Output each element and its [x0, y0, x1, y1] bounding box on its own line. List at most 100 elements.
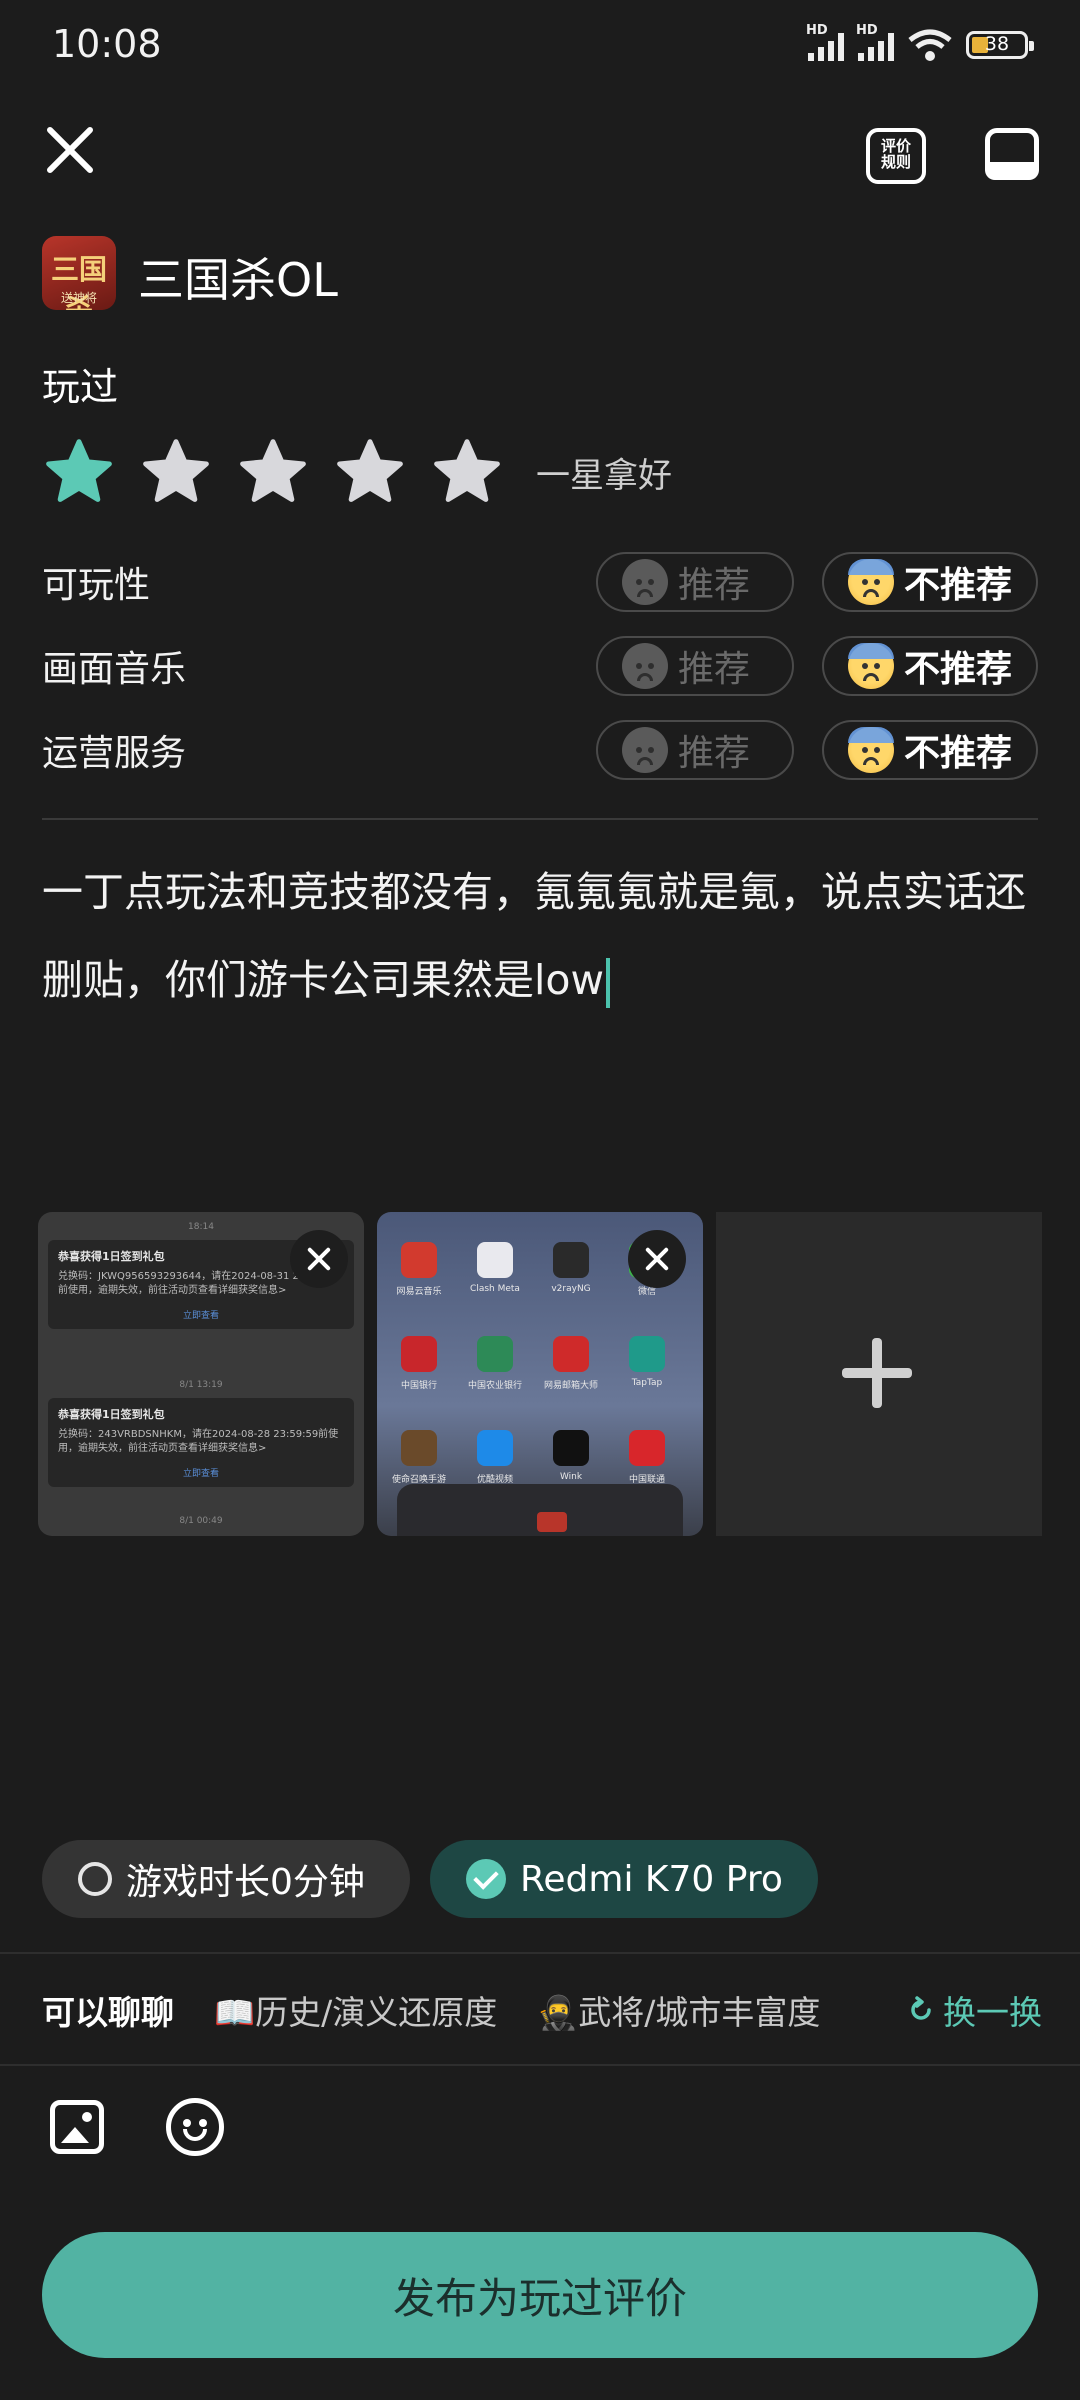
recommend-label: 推荐 — [678, 565, 751, 606]
recommend-button[interactable]: 推荐 — [596, 552, 794, 612]
app-label: Wink — [559, 1472, 583, 1482]
app-tile — [553, 1242, 589, 1278]
review-rules-icon[interactable]: 评价 规则 — [866, 128, 926, 184]
topic-history[interactable]: 📖历史/演义还原度 — [214, 1986, 497, 2034]
app-label: 优酷视频 — [476, 1475, 513, 1485]
text-caret — [606, 958, 611, 1008]
game-logo: 三国杀 送神将 — [42, 236, 116, 310]
app-tile — [553, 1336, 589, 1372]
app-icon: 使命召唤手游 — [389, 1430, 449, 1485]
app-tile — [401, 1336, 437, 1372]
remove-screenshot-2-button[interactable] — [628, 1230, 686, 1288]
status-icons: HD HD 38 — [806, 23, 1034, 62]
app-label: 中国银行 — [400, 1381, 437, 1391]
topic-generals[interactable]: 🥷武将/城市丰富度 — [537, 1986, 820, 2034]
separator — [0, 2064, 1080, 2066]
add-image-button[interactable] — [716, 1212, 1042, 1536]
check-icon — [466, 1859, 506, 1899]
app-label: 网易邮箱大师 — [543, 1381, 598, 1391]
close-icon[interactable] — [40, 120, 100, 180]
app-tile — [477, 1242, 513, 1278]
app-icon: 网易邮箱大师 — [541, 1336, 601, 1391]
hd-label-2: HD — [856, 23, 878, 38]
signal-icon-2: HD — [856, 23, 894, 61]
not-recommend-button[interactable]: 不推荐 — [822, 636, 1038, 696]
msg-time: 8/1 13:19 — [179, 1380, 223, 1390]
not-recommend-button[interactable]: 不推荐 — [822, 552, 1038, 612]
app-tile — [629, 1430, 665, 1466]
message-body: 兑换码：243VRBDSNHKM，请在2024-08-28 23:59:59前使… — [58, 1429, 339, 1454]
app-label: 使命召唤手游 — [391, 1475, 446, 1485]
recommend-button[interactable]: 推荐 — [596, 636, 794, 696]
topics-lead: 可以聊聊 — [42, 1993, 174, 2032]
battery-level: 38 — [984, 33, 1010, 55]
app-icon: 中国联通 — [617, 1430, 677, 1485]
star-3[interactable] — [236, 438, 310, 508]
image-icon[interactable] — [50, 2100, 104, 2154]
app-icon: 中国银行 — [389, 1336, 449, 1391]
app-label: 网易云音乐 — [396, 1287, 442, 1297]
star-rating[interactable] — [42, 438, 504, 508]
playtime-label: 游戏时长0分钟 — [126, 1862, 365, 1903]
not-recommend-button[interactable]: 不推荐 — [822, 720, 1038, 780]
hd-label: HD — [806, 23, 828, 38]
category-label: 画面音乐 — [42, 649, 187, 690]
dock — [397, 1484, 683, 1536]
app-tile — [477, 1336, 513, 1372]
app-tile — [477, 1430, 513, 1466]
app-label: 中国联通 — [628, 1475, 665, 1485]
battery-icon: 38 — [966, 31, 1034, 59]
game-thumb-icon — [537, 1512, 567, 1532]
message-link: 立即查看 — [182, 1311, 219, 1321]
app-label: Clash Meta — [470, 1284, 520, 1294]
app-label: 中国农业银行 — [467, 1381, 522, 1391]
remove-screenshot-1-button[interactable] — [290, 1230, 348, 1288]
not-recommend-label: 不推荐 — [904, 733, 1013, 774]
divider — [42, 818, 1038, 820]
swap-label: 换一换 — [943, 1993, 1042, 2032]
not-recommend-label: 不推荐 — [904, 649, 1013, 690]
app-icon: Clash Meta — [465, 1242, 525, 1294]
category-label: 可玩性 — [42, 565, 151, 606]
recommend-label: 推荐 — [678, 649, 751, 690]
review-text: 一丁点玩法和竞技都没有，氪氪氪就是氪，说点实话还删贴，你们游卡公司果然是low — [42, 868, 1026, 1004]
sad-face-icon — [848, 559, 894, 605]
device-chip[interactable]: Redmi K70 Pro — [430, 1840, 818, 1918]
message-link: 立即查看 — [182, 1469, 219, 1479]
plus-icon-vertical — [872, 1338, 882, 1408]
star-2[interactable] — [139, 438, 213, 508]
wifi-icon — [908, 29, 952, 61]
feedback-icon[interactable] — [985, 128, 1039, 180]
star-1[interactable] — [42, 438, 116, 508]
status-time: 10:08 — [52, 22, 162, 66]
app-label: TapTap — [631, 1378, 663, 1388]
msg-time: 8/1 00:49 — [179, 1516, 223, 1526]
star-5[interactable] — [430, 438, 504, 508]
app-tile — [629, 1336, 665, 1372]
game-logo-sub: 送神将 — [60, 291, 97, 305]
not-recommend-label: 不推荐 — [904, 565, 1013, 606]
swap-topics-button[interactable]: 换一换 — [907, 1986, 1042, 2034]
app-icon: v2rayNG — [541, 1242, 601, 1294]
message-card: 恭喜获得1日签到礼包 兑换码：243VRBDSNHKM，请在2024-08-28… — [48, 1398, 354, 1487]
recommend-label: 推荐 — [678, 733, 751, 774]
emoji-icon[interactable] — [166, 2098, 224, 2156]
game-title: 三国杀OL — [138, 253, 338, 307]
star-4[interactable] — [333, 438, 407, 508]
radio-icon — [78, 1862, 112, 1896]
rating-caption: 一星拿好 — [536, 456, 672, 496]
separator — [0, 1952, 1080, 1954]
app-icon: 优酷视频 — [465, 1430, 525, 1485]
playtime-chip[interactable]: 游戏时长0分钟 — [42, 1840, 410, 1918]
app-icon: 中国农业银行 — [465, 1336, 525, 1391]
recommend-button[interactable]: 推荐 — [596, 720, 794, 780]
signal-icon: HD — [806, 23, 844, 61]
app-tile — [401, 1430, 437, 1466]
category-label: 运营服务 — [42, 733, 187, 774]
refresh-icon — [911, 1996, 931, 2020]
topic-suggestions: 可以聊聊 📖历史/演义还原度 🥷武将/城市丰富度 换一换 — [42, 1986, 1042, 2034]
review-textarea[interactable]: 一丁点玩法和竞技都没有，氪氪氪就是氪，说点实话还删贴，你们游卡公司果然是low — [42, 848, 1042, 1024]
device-label: Redmi K70 Pro — [520, 1858, 783, 1900]
publish-button[interactable]: 发布为玩过评价 — [42, 2232, 1038, 2358]
sad-face-icon — [848, 643, 894, 689]
